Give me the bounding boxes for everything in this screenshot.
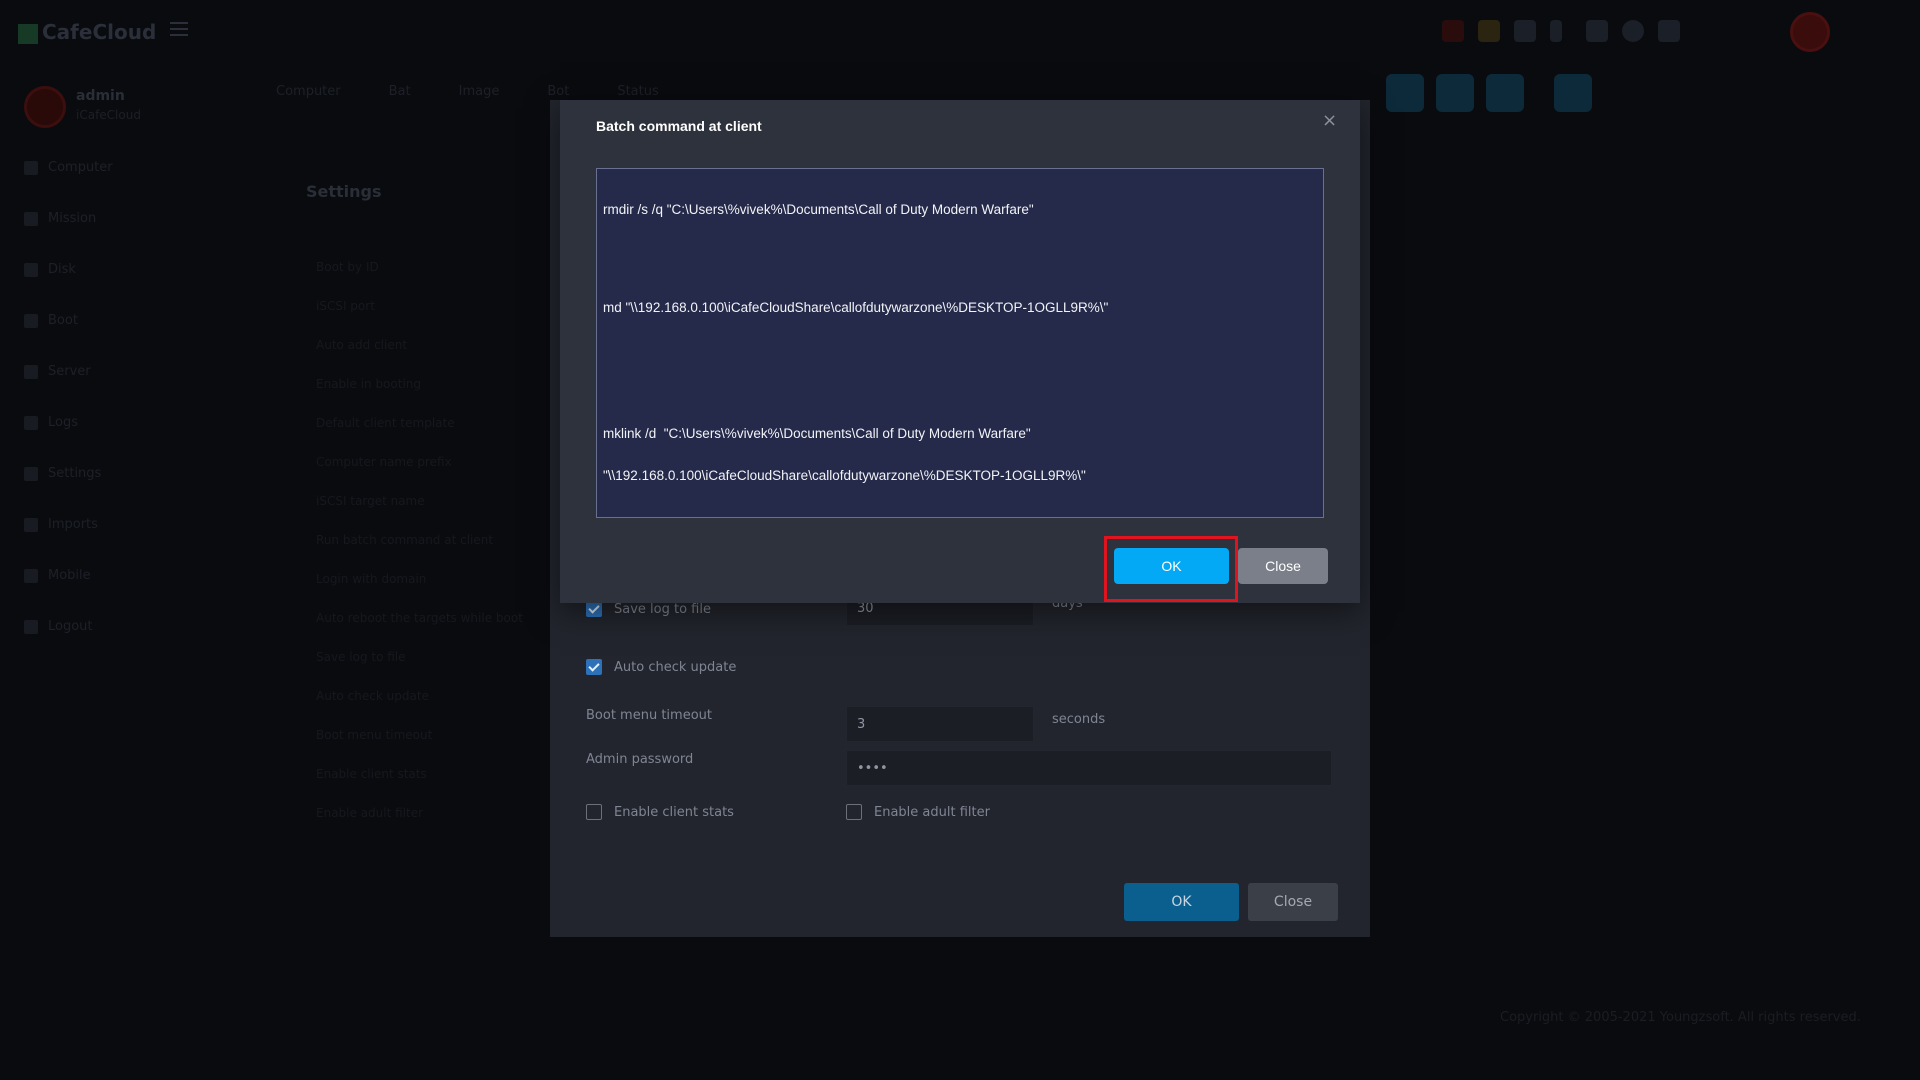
command-line: "\\192.168.0.100\iCafeCloudShare\callofd… [603, 468, 1086, 483]
menu-toggle-icon[interactable] [170, 22, 188, 40]
book-icon[interactable] [1658, 20, 1680, 42]
modal-title: Batch command at client [596, 118, 762, 134]
tab-image[interactable]: Image [459, 84, 500, 99]
list-item: Auto add client [316, 338, 408, 352]
command-line: mklink /d "C:\Users\%vivek%\Documents\Ca… [603, 426, 1031, 441]
gear-icon [24, 466, 38, 481]
server-icon [24, 364, 38, 379]
list-item: Auto check update [316, 689, 429, 703]
client-stats-label: Enable client stats [614, 805, 734, 820]
adult-filter-checkbox[interactable] [846, 804, 862, 820]
globe-icon[interactable] [1622, 20, 1644, 42]
discord-icon[interactable] [1514, 20, 1536, 42]
logo-icon [18, 23, 38, 44]
list-item: Computer name prefix [316, 455, 452, 469]
flag-icon [24, 211, 38, 226]
tab-computer[interactable]: Computer [276, 84, 341, 99]
admin-password-label: Admin password [586, 752, 694, 767]
admin-password-input[interactable]: •••• [846, 750, 1332, 786]
user-avatar [24, 86, 66, 128]
list-item: Enable adult filter [316, 806, 424, 820]
sidebar-item-server[interactable]: Server [24, 364, 91, 379]
sidebar-item-mission[interactable]: Mission [24, 211, 96, 226]
trophy-icon[interactable] [1478, 20, 1500, 42]
user-subtitle: iCafeCloud [76, 108, 141, 122]
tab-bat[interactable]: Bat [389, 84, 411, 99]
client-stats-checkbox[interactable] [586, 804, 602, 820]
modal-close-button[interactable]: Close [1238, 548, 1328, 584]
boot-timeout-unit: seconds [1052, 712, 1106, 727]
list-item: iSCSI target name [316, 494, 425, 508]
main-tabs: Computer Bat Image Bot Status [276, 84, 659, 99]
command-line [603, 245, 1317, 273]
command-line: md "\\192.168.0.100\iCafeCloudShare\call… [603, 300, 1109, 315]
auto-update-label: Auto check update [614, 660, 737, 675]
tab-status[interactable]: Status [617, 84, 658, 99]
batch-command-modal: Batch command at client × rmdir /s /q "C… [560, 100, 1360, 603]
command-line [603, 343, 1317, 371]
tab-bot[interactable]: Bot [547, 84, 569, 99]
sidebar-item-logout[interactable]: Logout [24, 619, 93, 634]
settings-title: Settings [306, 182, 382, 201]
list-item: Boot by ID [316, 260, 379, 274]
sidebar-item-boot[interactable]: Boot [24, 313, 78, 328]
settings-close-button[interactable]: Close [1248, 883, 1338, 921]
list-item: Default client template [316, 416, 455, 430]
close-icon[interactable]: × [1322, 110, 1337, 131]
toolbar-cloud-icon[interactable] [1486, 74, 1524, 112]
auto-update-checkbox[interactable] [586, 659, 602, 675]
facebook-icon[interactable] [1550, 20, 1562, 42]
list-item: iSCSI port [316, 299, 375, 313]
sidebar-item-imports[interactable]: Imports [24, 517, 98, 532]
footer-copyright: Copyright © 2005-2021 Youngzsoft. All ri… [1500, 1010, 1861, 1025]
save-log-label: Save log to file [614, 602, 711, 617]
list-item: Run batch command at client [316, 533, 494, 547]
batch-command-textarea[interactable]: rmdir /s /q "C:\Users\%vivek%\Documents\… [596, 168, 1324, 518]
list-item: Enable in booting [316, 377, 422, 391]
account-avatar[interactable] [1790, 12, 1830, 52]
ok-highlight-box [1104, 536, 1238, 602]
disk-icon [24, 262, 38, 277]
toolbar-link-icon[interactable] [1386, 74, 1424, 112]
toolbar-copy-icon[interactable] [1436, 74, 1474, 112]
sidebar-item-disk[interactable]: Disk [24, 262, 76, 277]
boot-timeout-input[interactable]: 3 [846, 706, 1034, 742]
list-item: Login with domain [316, 572, 427, 586]
logo-text: CafeCloud [42, 20, 157, 44]
list-item: Auto reboot the targets while boot [316, 611, 523, 625]
log-icon [24, 415, 38, 430]
sidebar-item-logs[interactable]: Logs [24, 415, 78, 430]
sidebar-item-mobile[interactable]: Mobile [24, 568, 91, 583]
logout-icon [24, 619, 38, 634]
command-line: rmdir /s /q "C:\Users\%vivek%\Documents\… [603, 202, 1034, 217]
sidebar-item-settings[interactable]: Settings [24, 466, 101, 481]
grid-icon [24, 313, 38, 328]
list-item: Enable client stats [316, 767, 427, 781]
monitor-icon [24, 160, 38, 175]
settings-ok-button[interactable]: OK [1124, 883, 1239, 921]
import-icon [24, 517, 38, 532]
sidebar-item-computer[interactable]: Computer [24, 160, 113, 175]
youtube-icon[interactable] [1586, 20, 1608, 42]
settings-list: Boot by ID iSCSI port Auto add client En… [316, 260, 523, 845]
save-log-checkbox[interactable] [586, 601, 602, 617]
user-name: admin [76, 88, 125, 104]
flag-icon[interactable] [1442, 20, 1464, 42]
adult-filter-label: Enable adult filter [874, 805, 990, 820]
list-item: Save log to file [316, 650, 406, 664]
app-logo[interactable]: CafeCloud [18, 20, 156, 44]
list-item: Boot menu timeout [316, 728, 433, 742]
pencil-icon [24, 568, 38, 583]
toolbar-qr-icon[interactable] [1554, 74, 1592, 112]
boot-timeout-label: Boot menu timeout [586, 708, 712, 723]
